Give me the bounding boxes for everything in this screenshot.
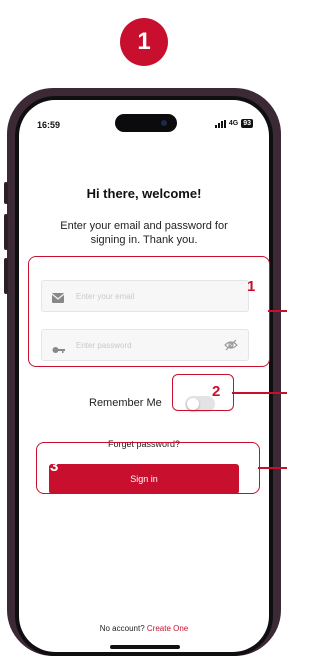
dynamic-island [115, 114, 177, 132]
network-label: 4G [228, 120, 239, 127]
side-button [4, 214, 8, 250]
callout-fields-box [28, 256, 270, 367]
no-account-text: No account? [99, 624, 145, 633]
step-badge: 1 [120, 18, 168, 66]
callout-signin-box [36, 442, 260, 494]
page-title: Hi there, welcome! [86, 186, 202, 201]
remember-me-label: Remember Me [89, 397, 162, 409]
phone-frame: 16:59 4G 93 Hi there, welcome! Enter you… [4, 88, 281, 656]
callout-fields-number: 1 [247, 278, 256, 295]
signal-icon [214, 119, 226, 128]
side-button [4, 182, 8, 204]
create-account-link[interactable]: Create One [147, 624, 188, 633]
page-subtitle: Enter your email and password for signin… [60, 220, 228, 246]
callout-remember-number: 2 [212, 383, 221, 400]
callout-signin-line [258, 467, 287, 469]
callout-remember-line [232, 392, 287, 394]
status-icons: 4G 93 [214, 119, 253, 128]
side-button [4, 258, 8, 294]
callout-fields-line [268, 310, 287, 312]
callout-signin-number: 3 [50, 458, 59, 475]
status-time: 16:59 [37, 120, 61, 130]
phone-bezel: 16:59 4G 93 Hi there, welcome! Enter you… [15, 96, 273, 656]
callout-remember-box [172, 374, 234, 411]
home-indicator [110, 645, 180, 649]
battery-icon: 93 [241, 119, 253, 128]
create-account-row: No account? Create One [19, 624, 269, 633]
camera-icon [161, 120, 167, 126]
